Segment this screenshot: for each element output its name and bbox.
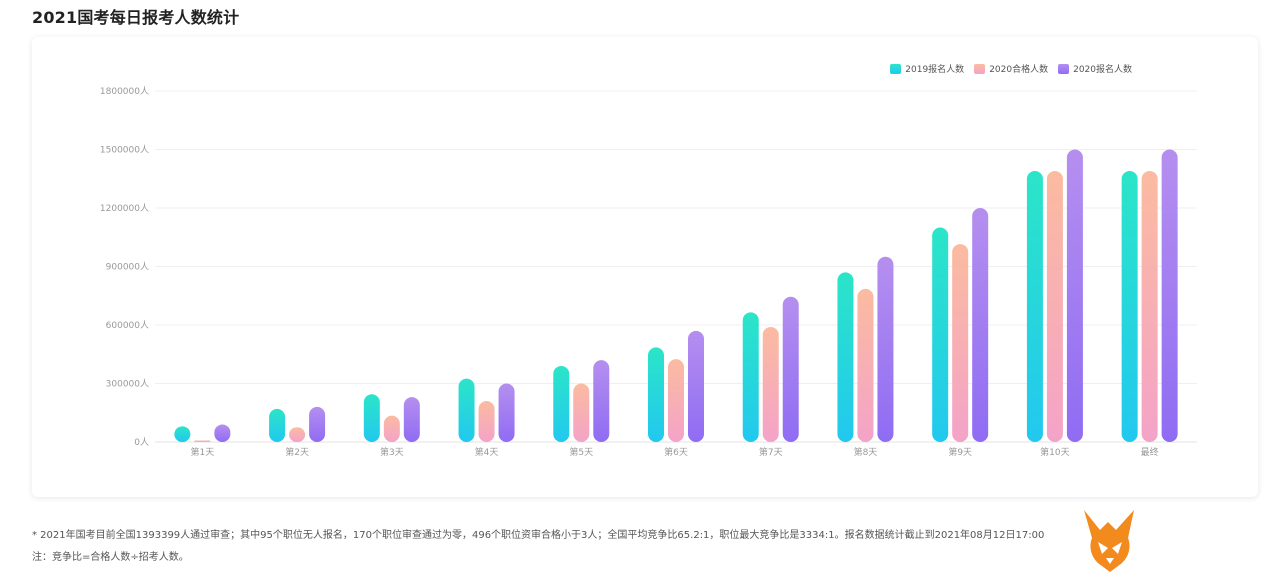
y-tick-label: 1500000人 (100, 145, 149, 156)
bar-1-2 (269, 408, 286, 442)
bar-2-3 (383, 415, 400, 442)
legend-swatch (890, 63, 902, 74)
bar-1-6 (648, 347, 664, 442)
legend-swatch (974, 63, 986, 74)
legend-item-2020-qualified[interactable]: 2020合格人数 (974, 62, 1048, 75)
bar-3-6 (688, 330, 704, 442)
bar-2-10 (1046, 170, 1063, 442)
legend-label: 2019报名人数 (905, 65, 965, 75)
y-tick-label: 0人 (134, 437, 149, 448)
x-tick-label: 第2天 (285, 446, 309, 458)
page-title: 2021国考每日报考人数统计 (32, 8, 240, 27)
bar-2-2 (289, 427, 306, 442)
bar-2-1 (194, 440, 211, 442)
legend-label: 2020报名人数 (1073, 65, 1132, 75)
bar-1-9 (932, 227, 949, 442)
footnote-ratio-definition: 注：竞争比=合格人数÷招考人数。 (32, 552, 189, 563)
x-tick-label: 第9天 (948, 446, 972, 458)
legend-item-2019-applicants[interactable]: 2019报名人数 (890, 62, 964, 75)
x-tick-label: 第6天 (664, 446, 688, 458)
bar-1-10 (1026, 170, 1043, 442)
bar-3-7 (782, 296, 799, 442)
bar-1-4 (458, 378, 475, 442)
legend-label: 2020合格人数 (989, 65, 1049, 75)
bar-2-7 (762, 326, 779, 442)
x-tick-label: 第1天 (190, 446, 214, 458)
x-tick-label: 第5天 (569, 446, 593, 458)
bar-3-8 (877, 256, 894, 442)
bar-2-9 (952, 244, 969, 442)
legend-swatch (1058, 63, 1070, 74)
bar-2-8 (857, 288, 874, 442)
bar-1-11 (1121, 170, 1138, 442)
y-tick-label: 300000人 (106, 379, 149, 390)
y-tick-label: 600000人 (106, 320, 149, 331)
x-tick-label: 第3天 (380, 446, 404, 458)
bar-1-8 (837, 272, 854, 442)
bar-2-5 (573, 383, 590, 442)
chart-card: 0人 300000人 600000人 900000人 1200000人 1500000人 1… (32, 37, 1258, 497)
x-tick-label: 第10天 (1040, 446, 1069, 458)
bar-1-3 (363, 394, 380, 442)
legend-item-2020-applicants[interactable]: 2020报名人数 (1058, 62, 1132, 75)
y-tick-label: 900000人 (106, 262, 149, 273)
fox-logo-icon (1084, 510, 1134, 572)
y-tick-label: 1200000人 (100, 203, 149, 214)
bar-3-5 (593, 360, 610, 442)
bar-chart: 0人 300000人 600000人 900000人 1200000人 1500000人 1… (100, 86, 1197, 458)
bar-2-4 (478, 401, 495, 442)
x-tick-label: 第8天 (854, 446, 878, 458)
bar-1-7 (742, 312, 759, 442)
bar-3-4 (498, 383, 515, 442)
chart-legend: 2019报名人数 2020合格人数 2020报名人数 (890, 62, 1132, 75)
bar-3-9 (972, 208, 989, 442)
x-tick-label: 最终 (1141, 446, 1159, 458)
bar-2-11 (1141, 170, 1158, 442)
bar-3-10 (1066, 149, 1083, 442)
bar-2-6 (668, 359, 684, 442)
footnote-statistics: * 2021年国考目前全国1393399人通过审查；其中95个职位无人报名，17… (32, 530, 1045, 541)
bar-1-1 (174, 426, 191, 442)
bar-3-3 (403, 397, 420, 442)
x-tick-label: 第7天 (759, 446, 783, 458)
bar-1-5 (553, 365, 570, 442)
y-tick-label: 1800000人 (100, 86, 149, 97)
x-tick-label: 第4天 (475, 446, 499, 458)
bar-3-1 (214, 424, 231, 442)
bar-3-2 (309, 406, 326, 442)
bar-3-11 (1161, 149, 1178, 442)
